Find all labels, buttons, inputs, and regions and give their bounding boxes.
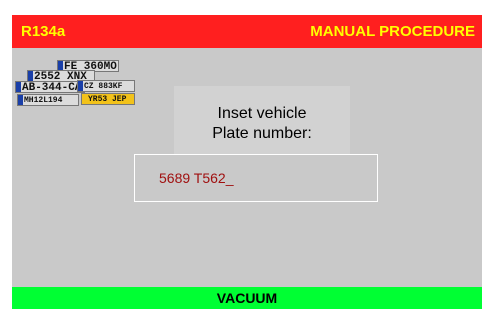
header-bar: R134a MANUAL PROCEDURE (12, 15, 482, 48)
plate-3: AB-344-CA (15, 81, 85, 93)
license-plates-icon: FE 360MO 2552 XNX AB-344-CA CZ 883KF YR5… (15, 60, 135, 112)
device-screen: R134a MANUAL PROCEDURE FE 360MO 2552 XNX… (12, 15, 482, 309)
status-label: VACUUM (216, 290, 278, 306)
procedure-title: MANUAL PROCEDURE (310, 23, 475, 40)
plate-4: CZ 883KF (77, 80, 135, 92)
plate-5: YR53 JEP (81, 93, 135, 105)
instruction-panel: Inset vehicle Plate number: (174, 86, 350, 156)
plate-number-input[interactable]: 5689 T562_ (134, 154, 378, 202)
instruction-line-1: Inset vehicle (217, 105, 307, 122)
status-bar: VACUUM (12, 287, 482, 309)
instruction-line-2: Plate number: (212, 125, 312, 142)
refrigerant-label: R134a (21, 23, 66, 40)
plate-6: MH12L194 (17, 94, 79, 106)
main-content: FE 360MO 2552 XNX AB-344-CA CZ 883KF YR5… (12, 48, 482, 287)
